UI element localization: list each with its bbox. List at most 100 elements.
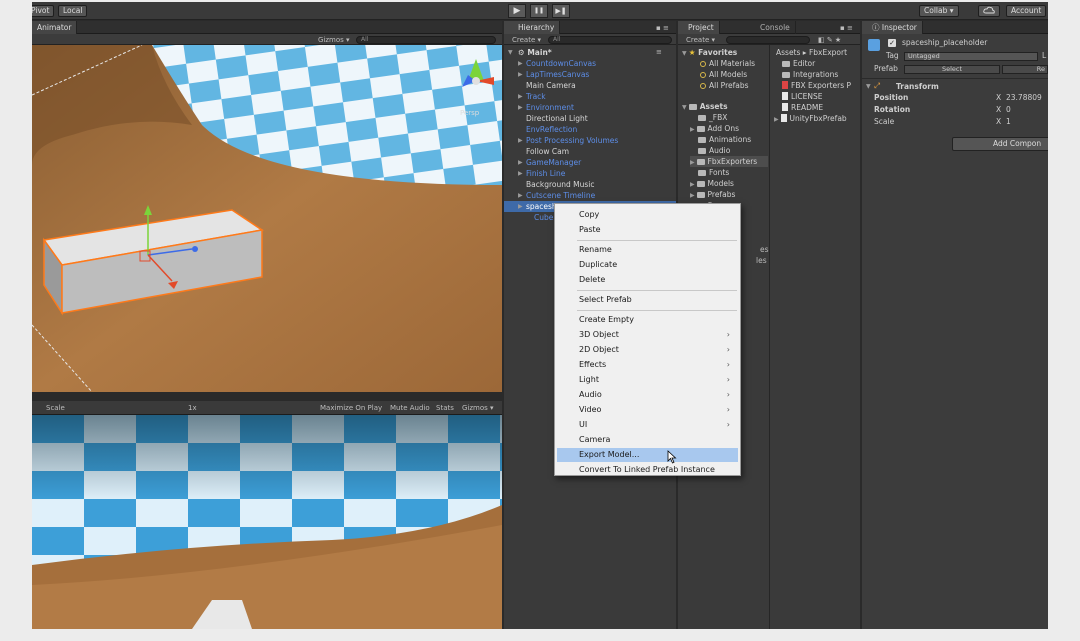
menu-item-copy[interactable]: Copy	[557, 208, 738, 222]
project-search-input[interactable]	[726, 36, 810, 44]
position-x-field[interactable]: 23.78809	[1006, 93, 1042, 103]
menu-item-convert-to-linked-prefab-instance[interactable]: Convert To Linked Prefab Instance	[557, 463, 738, 477]
prefab-revert-button[interactable]: Re	[1002, 65, 1048, 74]
project-lock-icon[interactable]: ▪ ≡	[840, 24, 853, 32]
hierarchy-item[interactable]: ▶ CountdownCanvas	[504, 58, 676, 69]
project-file[interactable]: FBX Exporters P	[782, 80, 851, 91]
menu-item-create-empty[interactable]: Create Empty	[557, 313, 738, 327]
expand-arrow-icon[interactable]: ▼	[508, 47, 513, 58]
hierarchy-item[interactable]: ▶ LapTimesCanvas	[504, 69, 676, 80]
favorite-item[interactable]: All Materials	[700, 58, 755, 69]
project-create-dropdown[interactable]: Create ▾	[686, 36, 715, 44]
hierarchy-search-input[interactable]: All	[548, 36, 672, 44]
play-button[interactable]: ▶	[508, 4, 526, 18]
tab-hierarchy[interactable]: Hierarchy	[504, 21, 561, 34]
favorite-item[interactable]: All Prefabs	[700, 80, 749, 91]
hierarchy-item[interactable]: Background Music	[504, 179, 676, 190]
menu-item-effects[interactable]: Effects ›	[557, 358, 738, 372]
hierarchy-create-dropdown[interactable]: Create ▾	[512, 36, 541, 44]
menu-item-camera[interactable]: Camera	[557, 433, 738, 447]
menu-item-2d-object[interactable]: 2D Object ›	[557, 343, 738, 357]
menu-item-select-prefab[interactable]: Select Prefab	[557, 293, 738, 307]
rotation-x-field[interactable]: 0	[1006, 105, 1011, 115]
menu-item-duplicate[interactable]: Duplicate	[557, 258, 738, 272]
pause-button[interactable]: ❚❚	[530, 4, 548, 18]
mute-audio-toggle[interactable]: Mute Audio	[390, 404, 430, 412]
project-file[interactable]: Integrations	[782, 69, 838, 80]
asset-folder[interactable]: Audio	[690, 145, 768, 156]
asset-folder[interactable]: _FBX	[690, 112, 768, 123]
prefab-select-button[interactable]: Select	[904, 65, 1000, 74]
expand-arrow-icon[interactable]: ▶	[518, 168, 523, 179]
hierarchy-item[interactable]: Main Camera	[504, 80, 676, 91]
expand-arrow-icon[interactable]: ▶	[518, 135, 523, 146]
hierarchy-lock-icon[interactable]: ▪ ≡	[656, 24, 669, 32]
add-component-button[interactable]: Add Compon	[952, 137, 1048, 151]
menu-item-export-model[interactable]: Export Model...	[557, 448, 738, 462]
game-viewport[interactable]	[32, 415, 502, 629]
project-file[interactable]: LICENSE	[782, 91, 822, 102]
asset-folder[interactable]: ▶ Models	[690, 178, 768, 189]
hierarchy-item[interactable]: Directional Light	[504, 113, 676, 124]
asset-folder[interactable]: Animations	[690, 134, 768, 145]
hierarchy-item[interactable]: EnvReflection	[504, 124, 676, 135]
tab-console[interactable]: Console	[750, 21, 796, 34]
scale-value[interactable]: 1x	[188, 404, 197, 412]
expand-arrow-icon[interactable]: ▶	[518, 91, 523, 102]
hierarchy-item[interactable]: Follow Cam	[504, 146, 676, 157]
expand-arrow-icon[interactable]: ▶	[518, 102, 523, 113]
expand-arrow-icon[interactable]: ▶	[690, 159, 697, 166]
pivot-toggle[interactable]: Pivot	[32, 5, 55, 17]
game-gizmos-dropdown[interactable]: Gizmos ▾	[462, 404, 494, 412]
transform-foldout-arrow[interactable]: ▼	[866, 82, 871, 92]
hierarchy-item[interactable]: ▶ GameManager	[504, 157, 676, 168]
asset-folder[interactable]: ▶ Add Ons	[690, 123, 768, 134]
expand-arrow-icon[interactable]: ▶	[690, 192, 697, 199]
menu-item-audio[interactable]: Audio ›	[557, 388, 738, 402]
expand-arrow-icon[interactable]: ▶	[518, 58, 523, 69]
scene-search-input[interactable]: All	[356, 36, 496, 44]
account-button[interactable]: Account	[1006, 5, 1047, 17]
expand-arrow-icon[interactable]: ▶	[518, 190, 523, 201]
project-filter-icons[interactable]: ◧ ✎ ★	[818, 36, 841, 44]
hierarchy-item[interactable]: ▶ Environment	[504, 102, 676, 113]
favorites-header[interactable]: ▼ ★ Favorites	[682, 47, 737, 58]
menu-item-video[interactable]: Video ›	[557, 403, 738, 417]
project-breadcrumb[interactable]: Assets ▸ FbxExport	[776, 47, 847, 58]
expand-arrow-icon[interactable]: ▶	[690, 181, 697, 188]
scene-viewport[interactable]: Persp	[32, 45, 502, 392]
expand-arrow-icon[interactable]: ▶	[518, 69, 523, 80]
project-file[interactable]: ▶ UnityFbxPrefab	[774, 113, 847, 124]
project-file[interactable]: README	[782, 102, 823, 113]
tab-project[interactable]: Project	[678, 21, 720, 34]
stats-toggle[interactable]: Stats	[436, 404, 454, 412]
expand-arrow-icon[interactable]: ▶	[518, 201, 523, 212]
assets-header[interactable]: ▼ Assets	[682, 101, 728, 112]
transform-header[interactable]: Transform	[896, 82, 939, 92]
local-toggle[interactable]: Local	[58, 5, 88, 17]
hierarchy-item[interactable]: ▶ Cutscene Timeline	[504, 190, 676, 201]
menu-item-rename[interactable]: Rename	[557, 243, 738, 257]
menu-item-paste[interactable]: Paste	[557, 223, 738, 237]
asset-folder[interactable]: ▶ FbxExporters	[690, 156, 768, 167]
hierarchy-item[interactable]: ▶ Post Processing Volumes	[504, 135, 676, 146]
menu-item-3d-object[interactable]: 3D Object ›	[557, 328, 738, 342]
asset-folder[interactable]: ▶ Prefabs	[690, 189, 768, 200]
menu-item-ui[interactable]: UI ›	[557, 418, 738, 432]
menu-item-delete[interactable]: Delete	[557, 273, 738, 287]
step-button[interactable]: ▶❚	[552, 4, 570, 18]
scale-x-field[interactable]: 1	[1006, 117, 1011, 127]
collab-button[interactable]: Collab ▾	[919, 5, 959, 17]
scene-gizmos-dropdown[interactable]: Gizmos ▾	[318, 36, 350, 44]
tag-dropdown[interactable]: Untagged	[904, 52, 1038, 61]
hierarchy-item[interactable]: ▶ Finish Line	[504, 168, 676, 179]
tab-animator[interactable]: Animator	[32, 21, 78, 34]
active-checkbox[interactable]: ✓	[888, 39, 896, 47]
tab-inspector[interactable]: ⓘ Inspector	[862, 21, 923, 34]
scene-menu-icon[interactable]: ≡	[656, 48, 662, 56]
asset-folder[interactable]: Fonts	[690, 167, 768, 178]
cloud-button[interactable]	[978, 5, 1000, 17]
hierarchy-scene-root[interactable]: ▼ ⚙ Main* ≡	[504, 47, 676, 58]
hierarchy-item[interactable]: ▶ Track	[504, 91, 676, 102]
object-name-field[interactable]: spaceship_placeholder	[902, 38, 987, 48]
